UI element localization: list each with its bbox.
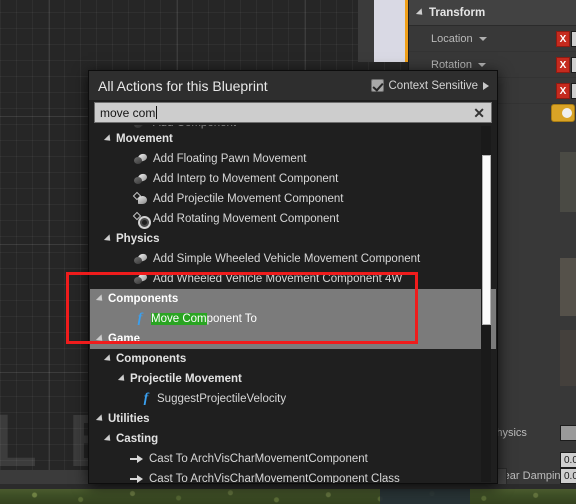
angular-damping-value[interactable]: 0.0: [560, 452, 576, 468]
rotating-icon: [134, 213, 151, 229]
actions-scrollbar-thumb[interactable]: [482, 155, 491, 325]
chevron-down-icon[interactable]: [477, 62, 486, 67]
expander-triangle-icon[interactable]: [95, 334, 106, 344]
close-icon[interactable]: ✕: [471, 106, 487, 120]
context-sensitive-checkbox[interactable]: [370, 79, 384, 92]
location-label: Location: [431, 32, 473, 45]
thumbnail-preview-a: [560, 152, 576, 212]
actions-list[interactable]: Add ComponentMovementAdd Floating Pawn M…: [90, 125, 496, 483]
expander-triangle-icon[interactable]: [103, 434, 114, 444]
component-icon: [134, 273, 148, 285]
thumbnail-preview-c: [560, 330, 576, 386]
actions-row-label: Add Floating Pawn Movement: [153, 153, 307, 165]
expander-triangle-icon: [415, 7, 426, 18]
component-icon: [134, 153, 148, 165]
panel-gap: [358, 0, 374, 62]
transform-section-header[interactable]: Transform: [409, 0, 576, 26]
thumbnail-preview-b: [560, 258, 576, 316]
actions-item-row[interactable]: Add Wheeled Vehicle Movement Component 4…: [90, 269, 496, 289]
chevron-down-icon[interactable]: [478, 36, 487, 41]
actions-row-label: Physics: [116, 233, 160, 245]
actions-item-row[interactable]: Cast To ArchVisCharMovementComponent Cla…: [90, 469, 496, 483]
function-icon: f: [137, 311, 143, 326]
actions-category-row[interactable]: Projectile Movement: [90, 369, 496, 389]
actions-category-row[interactable]: Components: [90, 349, 496, 369]
all-actions-popup: All Actions for this Blueprint Context S…: [88, 70, 498, 484]
function-icon: f: [143, 391, 149, 406]
text-cursor: [156, 106, 158, 119]
actions-item-row[interactable]: Add Interp to Movement Component: [90, 169, 496, 189]
actions-row-label: Add Interp to Movement Component: [153, 173, 339, 185]
axis-badge-x-scale: X: [556, 83, 570, 99]
actions-row-label: SuggestProjectileVelocity: [157, 393, 287, 405]
actions-row-label: Components: [116, 353, 187, 365]
actions-row-label: Cast To ArchVisCharMovementComponent: [149, 453, 368, 465]
chevron-right-icon[interactable]: [483, 81, 489, 90]
actions-row-label: Add Rotating Movement Component: [153, 213, 340, 225]
component-icon: [134, 173, 148, 185]
cast-icon: [130, 453, 144, 465]
actions-row-label: Add Projectile Movement Component: [153, 193, 344, 205]
popup-title-bar: All Actions for this Blueprint Context S…: [89, 71, 497, 100]
actions-category-row[interactable]: Physics: [90, 229, 496, 249]
actions-category-row[interactable]: Components: [90, 289, 496, 309]
linear-damping-value[interactable]: 0.0: [560, 468, 576, 484]
actions-item-row[interactable]: Add Rotating Movement Component: [90, 209, 496, 229]
search-input[interactable]: move com ✕: [94, 102, 492, 123]
cast-icon: [130, 473, 144, 483]
actions-row-label: Movement: [116, 133, 173, 145]
actions-category-row[interactable]: Game: [90, 329, 496, 349]
search-input-value: move com: [100, 105, 156, 120]
context-sensitive-control[interactable]: Context Sensitive: [370, 79, 489, 92]
actions-row-label: Add Wheeled Vehicle Movement Component 4…: [153, 273, 403, 285]
actions-category-row[interactable]: Casting: [90, 429, 496, 449]
mobility-toggle[interactable]: [551, 104, 575, 122]
actions-row-label: Move Component To: [151, 313, 257, 325]
projectile-icon: [134, 193, 148, 205]
scale-x-field[interactable]: [571, 83, 576, 99]
actions-item-row[interactable]: f SuggestProjectileVelocity: [90, 389, 496, 409]
actions-row-label: Casting: [116, 433, 159, 445]
expander-triangle-icon[interactable]: [95, 294, 106, 304]
expander-triangle-icon[interactable]: [117, 374, 128, 384]
rotation-label: Rotation: [431, 58, 472, 71]
actions-row-label: Projectile Movement: [130, 373, 242, 385]
component-icon: [134, 253, 148, 265]
light-panel-sliver: [374, 0, 407, 62]
details-row-location[interactable]: Location: [409, 26, 576, 52]
actions-category-row[interactable]: Utilities: [90, 409, 496, 429]
search-match-highlight: Move Com: [151, 313, 207, 325]
actions-item-row[interactable]: Add Simple Wheeled Vehicle Movement Comp…: [90, 249, 496, 269]
mobility-knob-icon: [562, 108, 572, 118]
viewport-dark-patch: [380, 489, 470, 504]
actions-row-label: Components: [108, 293, 179, 305]
actions-item-row[interactable]: f Move Component To: [90, 309, 496, 329]
actions-row-label: Game: [108, 333, 140, 345]
actions-category-row[interactable]: Movement: [90, 129, 496, 149]
axis-badge-x-rotation: X: [556, 57, 570, 73]
actions-row-label: Add Simple Wheeled Vehicle Movement Comp…: [153, 253, 421, 265]
expander-triangle-icon[interactable]: [95, 414, 106, 424]
axis-badge-x-location: X: [556, 31, 570, 47]
rotation-x-field[interactable]: [571, 57, 576, 73]
transform-section-label: Transform: [429, 6, 486, 19]
physics-checkbox-field[interactable]: [560, 425, 576, 441]
expander-triangle-icon[interactable]: [103, 354, 114, 364]
context-sensitive-label: Context Sensitive: [388, 79, 479, 92]
actions-item-row[interactable]: Cast To ArchVisCharMovementComponent: [90, 449, 496, 469]
location-x-field[interactable]: [571, 31, 576, 47]
actions-item-row[interactable]: Add Floating Pawn Movement: [90, 149, 496, 169]
actions-row-label: Utilities: [108, 413, 150, 425]
viewport-terrain-strip[interactable]: [0, 489, 576, 504]
actions-item-row[interactable]: Add Projectile Movement Component: [90, 189, 496, 209]
expander-triangle-icon[interactable]: [103, 234, 114, 244]
actions-row-label: Cast To ArchVisCharMovementComponent Cla…: [149, 473, 400, 483]
expander-triangle-icon[interactable]: [103, 134, 114, 144]
popup-title: All Actions for this Blueprint: [98, 77, 268, 94]
